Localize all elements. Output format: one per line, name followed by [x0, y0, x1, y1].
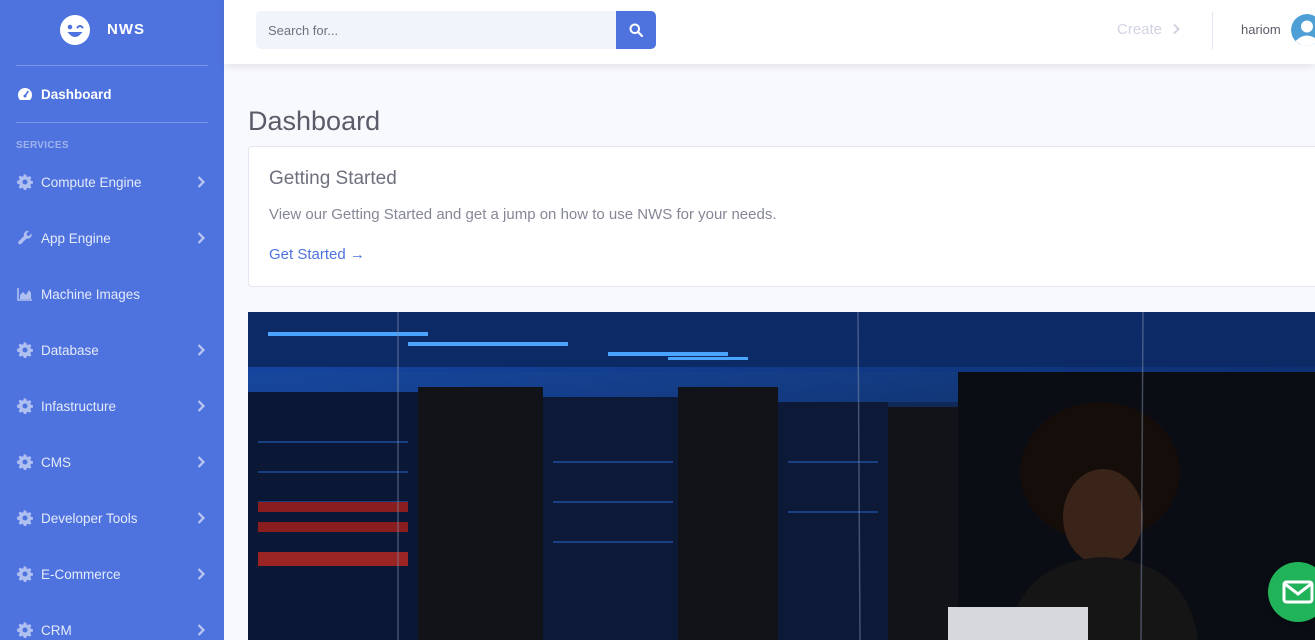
chevron-right-icon	[197, 568, 206, 580]
sidebar: NWS Dashboard SERVICES Compute Engine Ap…	[0, 0, 224, 640]
sidebar-item-label: Machine Images	[41, 286, 141, 302]
chevron-right-icon	[197, 232, 206, 244]
sidebar-item-dashboard[interactable]: Dashboard	[0, 74, 224, 114]
getting-started-card: Getting Started View our Getting Started…	[248, 146, 1315, 287]
chevron-right-icon	[1173, 23, 1180, 35]
gear-icon	[17, 622, 33, 638]
page-title: Dashboard	[248, 106, 381, 137]
chevron-right-icon	[197, 400, 206, 412]
area-chart-icon	[17, 288, 32, 301]
sidebar-item-label: Developer Tools	[41, 510, 138, 526]
search-input[interactable]	[256, 11, 616, 49]
sidebar-item-label: Infastructure	[41, 398, 117, 414]
sidebar-item-crm[interactable]: CRM	[0, 610, 224, 640]
user-name[interactable]: hariom	[1241, 22, 1281, 37]
topbar: Create hariom	[224, 0, 1315, 64]
chevron-right-icon	[197, 512, 206, 524]
gear-icon	[17, 454, 33, 470]
hero-image	[248, 312, 1315, 640]
sidebar-item-developer-tools[interactable]: Developer Tools	[0, 498, 224, 538]
sidebar-divider	[16, 65, 208, 66]
sidebar-item-label: CRM	[41, 622, 72, 638]
card-text: View our Getting Started and get a jump …	[269, 206, 777, 223]
chevron-right-icon	[197, 456, 206, 468]
sidebar-item-label: App Engine	[41, 230, 111, 246]
get-started-link[interactable]: Get Started →	[269, 246, 365, 263]
sidebar-item-app-engine[interactable]: App Engine	[0, 218, 224, 258]
sidebar-item-label: Compute Engine	[41, 174, 142, 190]
search-button[interactable]	[616, 11, 656, 49]
envelope-icon	[1282, 580, 1314, 604]
user-avatar-icon[interactable]	[1291, 14, 1315, 46]
wrench-icon	[18, 230, 32, 245]
sidebar-item-infastructure[interactable]: Infastructure	[0, 386, 224, 426]
search-icon	[629, 23, 643, 37]
sidebar-item-label: E-Commerce	[41, 566, 121, 582]
laugh-wink-icon	[60, 15, 90, 45]
gear-icon	[17, 566, 33, 582]
server-room-image	[248, 312, 1315, 640]
sidebar-item-compute-engine[interactable]: Compute Engine	[0, 162, 224, 202]
card-title: Getting Started	[269, 168, 397, 189]
brand-name: NWS	[107, 21, 145, 38]
sidebar-item-machine-images[interactable]: Machine Images	[0, 274, 224, 314]
sidebar-item-e-commerce[interactable]: E-Commerce	[0, 554, 224, 594]
sidebar-item-label: Database	[41, 342, 99, 358]
gear-icon	[17, 510, 33, 526]
gear-icon	[17, 174, 33, 190]
chevron-right-icon	[197, 344, 206, 356]
sidebar-heading: SERVICES	[16, 140, 69, 151]
gear-icon	[17, 342, 33, 358]
brand-link[interactable]: NWS	[0, 0, 224, 60]
chat-button[interactable]	[1268, 562, 1315, 622]
sidebar-item-database[interactable]: Database	[0, 330, 224, 370]
gear-icon	[17, 398, 33, 414]
sidebar-item-cms[interactable]: CMS	[0, 442, 224, 482]
tachometer-icon	[18, 88, 32, 100]
sidebar-divider	[16, 122, 208, 123]
create-button[interactable]: Create	[1117, 21, 1162, 38]
sidebar-item-label: Dashboard	[41, 86, 112, 102]
chevron-right-icon	[197, 176, 206, 188]
sidebar-item-label: CMS	[41, 454, 71, 470]
chevron-right-icon	[197, 624, 206, 636]
topbar-divider	[1212, 12, 1213, 49]
